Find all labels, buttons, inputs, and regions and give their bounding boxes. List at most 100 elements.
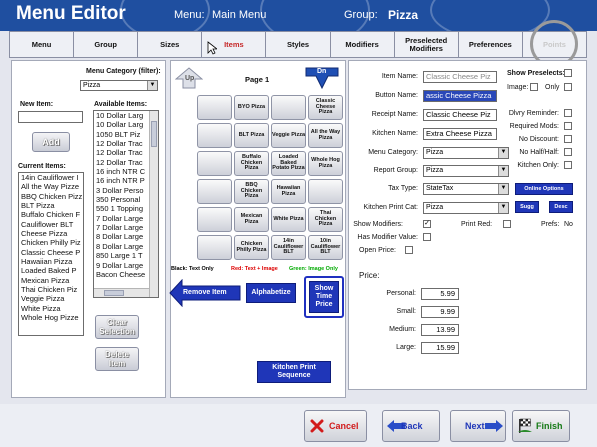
price-input[interactable]: 9.99 — [421, 306, 459, 318]
item-name-input[interactable]: Classic Cheese Piz — [423, 71, 497, 83]
current-item[interactable]: Chicken Philly Piz — [19, 238, 83, 247]
menu-button-cell[interactable]: Whole Hog Pizza — [308, 151, 343, 176]
current-item[interactable]: All the Way Pizze — [19, 182, 83, 191]
available-item[interactable]: 12 Dollar Trac — [94, 139, 149, 148]
menu-button-cell[interactable]: BYO Pizza — [234, 95, 269, 120]
available-item[interactable]: 850 Large 1 T — [94, 251, 149, 260]
tax-type-select[interactable]: StateTax ▼ — [423, 183, 509, 195]
menu-button-cell[interactable] — [197, 235, 232, 260]
price-input[interactable]: 5.99 — [421, 288, 459, 300]
receipt-name-input[interactable]: Classic Cheese Piz — [423, 109, 497, 121]
tab-styles[interactable]: Styles — [266, 32, 331, 57]
hscrollbar-thumb[interactable] — [104, 290, 124, 296]
current-item[interactable]: 14in Cauliflower I — [19, 173, 83, 182]
current-item[interactable]: BBQ Chicken Pizz — [19, 192, 83, 201]
available-item[interactable]: 8 Dollar Large — [94, 242, 149, 251]
available-item[interactable]: 1050 BLT Piz — [94, 130, 149, 139]
delete-item-button[interactable]: Delete Item — [95, 347, 139, 371]
available-item[interactable]: 12 Dollar Trac — [94, 148, 149, 157]
current-item[interactable]: Cauliflower BLT — [19, 220, 83, 229]
available-item[interactable]: 8 Dollar Large — [94, 232, 149, 241]
scrollbar-thumb[interactable] — [151, 121, 157, 147]
add-button[interactable]: Add — [32, 132, 70, 152]
menu-button-cell[interactable]: BLT Pizza — [234, 123, 269, 148]
available-item[interactable]: 7 Dollar Large — [94, 214, 149, 223]
menu-button-cell[interactable]: Mexican Pizza — [234, 207, 269, 232]
tab-sizes[interactable]: Sizes — [138, 32, 203, 57]
kitchen-print-sequence-button[interactable]: Kitchen Print Sequence — [257, 361, 331, 383]
current-item[interactable]: Thai Chicken Piz — [19, 285, 83, 294]
menu-button-cell[interactable]: BBQ Chicken Pizza — [234, 179, 269, 204]
new-item-input[interactable] — [18, 111, 83, 123]
kitchen-print-cat-select[interactable]: Pizza ▼ — [423, 202, 509, 214]
open-price-checkbox[interactable] — [405, 246, 413, 254]
only-checkbox[interactable] — [564, 83, 572, 91]
tab-preselected-modifiers[interactable]: Preselected Modifiers — [395, 32, 459, 57]
menu-button-cell[interactable]: Loaded Baked Potato Pizza — [271, 151, 306, 176]
available-item[interactable]: 350 Personal — [94, 195, 149, 204]
menu-button-cell[interactable]: Veggie Pizza — [271, 123, 306, 148]
available-items-list[interactable]: 10 Dollar Larg 10 Dollar Larg 1050 BLT Piz… — [93, 110, 159, 298]
menu-button-cell[interactable]: Buffalo Chicken Pizza — [234, 151, 269, 176]
current-item[interactable]: White Pizza — [19, 304, 83, 313]
down-button[interactable]: Dn — [305, 67, 339, 90]
menu-button-cell[interactable] — [197, 179, 232, 204]
alphabetize-button[interactable]: Alphabetize — [246, 283, 296, 303]
report-group-select[interactable]: Pizza ▼ — [423, 165, 509, 177]
available-item[interactable]: 10 Dollar Larg — [94, 120, 149, 129]
menu-button-cell[interactable]: 10in Cauliflower BLT — [308, 235, 343, 260]
tab-group[interactable]: Group — [74, 32, 139, 57]
menu-button-cell[interactable] — [271, 95, 306, 120]
up-button[interactable]: Up — [174, 67, 204, 89]
next-button[interactable]: Next — [450, 410, 506, 442]
sugg-button[interactable]: Sugg — [515, 201, 539, 213]
menu-button-cell[interactable] — [197, 207, 232, 232]
current-item[interactable]: Buffalo Chicken F — [19, 210, 83, 219]
cancel-button[interactable]: Cancel — [304, 410, 367, 442]
required-mods-checkbox[interactable] — [564, 122, 572, 130]
desc-button[interactable]: Desc — [549, 201, 573, 213]
menu-button-cell[interactable]: White Pizza — [271, 207, 306, 232]
available-item[interactable]: 550 1 Topping — [94, 204, 149, 213]
image-checkbox[interactable] — [530, 83, 538, 91]
menu-button-cell[interactable]: Chicken Philly Pizza — [234, 235, 269, 260]
available-items-hscrollbar[interactable] — [94, 288, 149, 297]
no-half-half-checkbox[interactable] — [564, 148, 572, 156]
kitchen-name-input[interactable]: Extra Cheese Pizza — [423, 128, 497, 140]
available-item[interactable]: 3 Dollar Perso — [94, 186, 149, 195]
current-item[interactable]: Mexican Pizza — [19, 276, 83, 285]
menu-category-filter-select[interactable]: Pizza ▼ — [80, 80, 158, 91]
menu-button-cell[interactable] — [197, 123, 232, 148]
menu-button-cell[interactable] — [197, 151, 232, 176]
button-name-input[interactable]: assic Cheese Pizza — [423, 90, 497, 102]
available-item[interactable]: Bacon Cheese — [94, 270, 149, 279]
menu-button-cell[interactable]: Hawaiian Pizza — [271, 179, 306, 204]
menu-button-cell[interactable]: All the Way Pizza — [308, 123, 343, 148]
menu-button-cell[interactable] — [308, 179, 343, 204]
current-item[interactable]: Cheese Pizza — [19, 229, 83, 238]
show-preselects-checkbox[interactable] — [564, 69, 572, 77]
kitchen-only-checkbox[interactable] — [564, 161, 572, 169]
show-modifiers-checkbox[interactable]: ✓ — [423, 220, 431, 228]
no-discount-checkbox[interactable] — [564, 135, 572, 143]
tab-modifiers[interactable]: Modifiers — [331, 32, 395, 57]
available-items-scrollbar[interactable] — [149, 111, 158, 297]
menu-button-cell[interactable]: Thai Chicken Pizza — [308, 207, 343, 232]
clear-selection-button[interactable]: Clear Selection — [95, 315, 139, 339]
current-item[interactable]: Hawaiian Pizza — [19, 257, 83, 266]
current-item[interactable]: Classic Cheese P — [19, 248, 83, 257]
tab-menu[interactable]: Menu — [10, 32, 75, 57]
finish-button[interactable]: Finish — [512, 410, 570, 442]
available-item[interactable]: 16 inch NTR C — [94, 167, 149, 176]
online-options-button[interactable]: Online Options — [515, 183, 573, 195]
remove-item-button[interactable]: Remove Item — [169, 279, 241, 307]
available-item[interactable]: 12 Dollar Trac — [94, 158, 149, 167]
available-item[interactable]: 9 Dollar Large — [94, 261, 149, 270]
current-item[interactable]: Whole Hog Pizze — [19, 313, 83, 322]
menu-button-cell[interactable]: Classic Cheese Pizza — [308, 95, 343, 120]
back-button[interactable]: Back — [382, 410, 440, 442]
show-time-price-button[interactable]: Show Time Price — [309, 281, 339, 313]
has-modifier-value-checkbox[interactable] — [423, 233, 431, 241]
print-red-checkbox[interactable] — [503, 220, 511, 228]
current-item[interactable]: Loaded Baked P — [19, 266, 83, 275]
